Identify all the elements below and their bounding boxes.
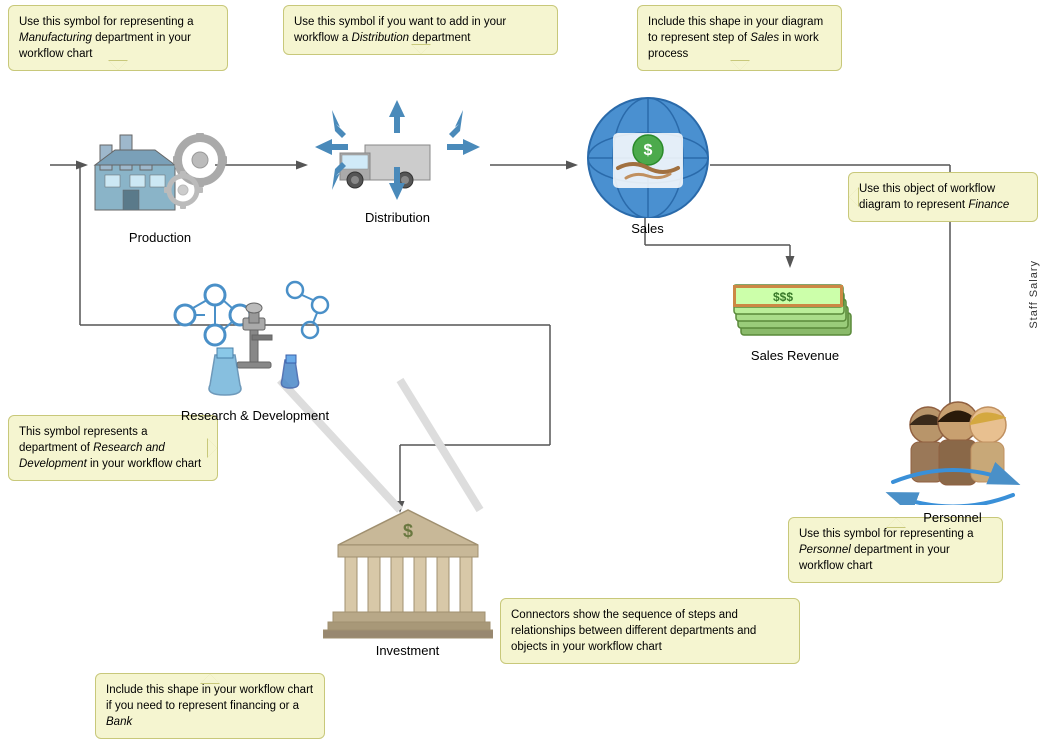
tooltip-manufacturing: Use this symbol for representing a Manuf…	[8, 5, 228, 71]
distribution-label: Distribution	[310, 210, 485, 225]
node-distribution: Distribution	[310, 95, 485, 225]
tooltip-finance: Use this object of workflow diagram to r…	[848, 172, 1038, 222]
node-investment: $ Investment	[320, 495, 495, 658]
sales-label: Sales	[575, 221, 720, 236]
production-label: Production	[80, 230, 240, 245]
tooltip-sales: Include this shape in your diagram to re…	[637, 5, 842, 71]
tooltip-personnel: Use this symbol for representing a Perso…	[788, 517, 1003, 583]
rd-icon	[155, 270, 355, 405]
sales-icon: $	[578, 88, 718, 218]
tooltip-distribution: Use this symbol if you want to add in yo…	[283, 5, 558, 55]
personnel-icon	[883, 400, 1023, 505]
tooltip-rd: This symbol represents a department of R…	[8, 415, 218, 481]
svg-text:$: $	[643, 142, 652, 159]
node-production: Production	[80, 95, 240, 245]
production-icon	[85, 95, 235, 225]
investment-label: Investment	[320, 643, 495, 658]
tooltip-connectors: Connectors show the sequence of steps an…	[500, 598, 800, 664]
node-rd: Research & Development	[155, 270, 355, 423]
rd-label: Research & Development	[155, 408, 355, 423]
investment-icon: $	[323, 495, 493, 640]
distribution-icon	[310, 95, 485, 205]
node-personnel: Personnel	[880, 400, 1025, 525]
svg-text:$: $	[402, 521, 412, 541]
tooltip-bank: Include this shape in your workflow char…	[95, 673, 325, 739]
node-sales: $ Sales	[575, 88, 720, 236]
sales-revenue-label: Sales Revenue	[730, 348, 860, 363]
svg-text:$$$: $$$	[773, 290, 793, 304]
staff-salary-label: Staff Salary	[1028, 260, 1040, 329]
node-sales-revenue: $$$ Sales Revenue	[730, 258, 860, 363]
sales-revenue-icon: $$$	[733, 258, 858, 343]
